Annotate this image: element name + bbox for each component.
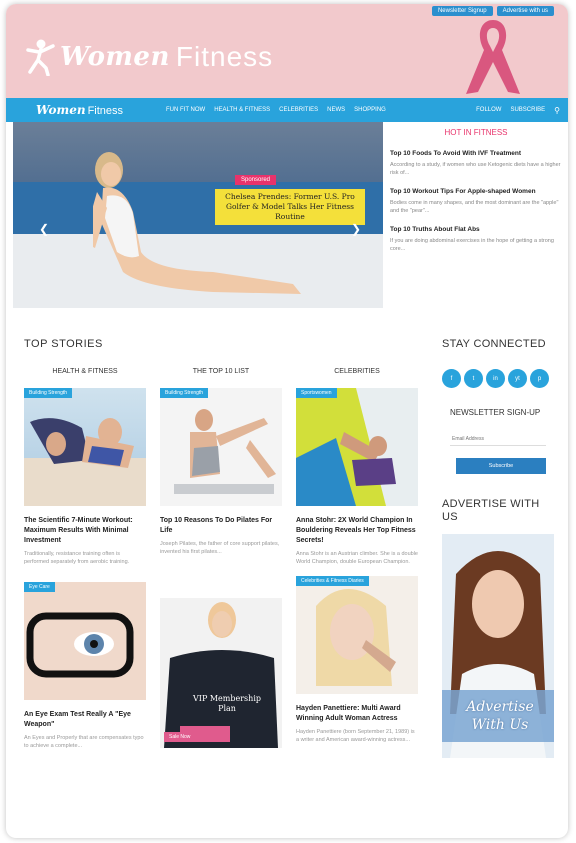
newsletter-title: NEWSLETTER SIGN-UP (450, 408, 541, 417)
logo-fitness-text: Fitness (175, 41, 274, 72)
chevron-left-icon[interactable]: ❮ (39, 222, 49, 236)
pink-ribbon-icon (466, 20, 520, 94)
facebook-icon[interactable]: f (442, 369, 461, 388)
nav-logo-women: Women (36, 103, 86, 117)
story-image[interactable]: Sportswomen (296, 388, 418, 506)
story-card[interactable]: Celebrities & Fitness Diaries Hayden Pan… (296, 576, 418, 744)
nav-item-celebrities[interactable]: Celebrities (279, 107, 318, 113)
card-badge[interactable]: Building Strength (24, 388, 73, 398)
card-text: An Eyes and Properly that are compensate… (24, 735, 144, 749)
story-card[interactable]: Building Strength Top 10 Reasons To Do P… (160, 388, 282, 556)
stay-connected-title: STAY CONNECTED (442, 338, 546, 350)
nav-logo-fitness: Fitness (87, 105, 124, 117)
story-image[interactable]: Celebrities & Fitness Diaries (296, 576, 418, 694)
nav-right: Follow Subscribe ⚲ (476, 106, 560, 115)
pinterest-icon[interactable]: p (530, 369, 549, 388)
story-image[interactable]: Sale Now VIP Membership Plan (160, 598, 282, 748)
nav-item-fun-fit-now[interactable]: Fun Fit Now (166, 107, 205, 113)
main-nav: Women Fitness Fun Fit Now Health & Fitne… (6, 98, 568, 122)
hero-slider[interactable]: Sponsored Chelsea Prendes: Former U.S. P… (13, 122, 383, 308)
card-title[interactable]: An Eye Exam Test Really A "Eye Weapon" (24, 710, 146, 730)
nav-item-news[interactable]: News (327, 107, 345, 113)
nav-subscribe[interactable]: Subscribe (510, 107, 545, 113)
card-text: Hayden Panettiere (born September 21, 19… (296, 729, 415, 743)
top-stories-title: TOP STORIES (24, 338, 103, 350)
pilates-photo (160, 388, 282, 506)
runner-icon (26, 39, 55, 76)
card-text: Anna Stohr is an Austrian climber. She i… (296, 551, 418, 565)
column-heading[interactable]: CELEBRITIES (296, 368, 418, 388)
card-badge[interactable]: Sportswomen (296, 388, 337, 398)
hot-item-text: If you are doing abdominal exercises in … (390, 238, 554, 252)
story-image[interactable]: Building Strength (160, 388, 282, 506)
story-card[interactable]: Sportswomen Anna Stohr: 2X World Champio… (296, 388, 418, 566)
hero-caption[interactable]: Sponsored Chelsea Prendes: Former U.S. P… (215, 168, 365, 225)
card-title[interactable]: Top 10 Reasons To Do Pilates For Life (160, 516, 282, 536)
vip-overlay-text: VIP Membership Plan (193, 694, 261, 713)
workout-photo (24, 418, 146, 506)
vip-membership-photo (160, 598, 282, 748)
story-card[interactable]: Sale Now VIP Membership Plan (160, 598, 282, 748)
nav-item-shopping[interactable]: Shopping (354, 107, 386, 113)
column-heading[interactable]: HEALTH & FITNESS (24, 368, 146, 388)
twitter-icon[interactable]: t (464, 369, 483, 388)
instagram-icon[interactable]: in (486, 369, 505, 388)
youtube-icon[interactable]: yt (508, 369, 527, 388)
page-frame: Newsletter Signup Advertise with us Wome… (6, 4, 568, 838)
column-celebrities: CELEBRITIES Sportswomen Anna Stohr: 2X W… (296, 368, 418, 744)
climbing-photo (296, 388, 418, 506)
subscribe-button[interactable]: Subscribe (456, 458, 546, 474)
advertise-banner[interactable]: Advertise With Us (442, 534, 554, 758)
hot-item-text: According to a study, if women who use K… (390, 162, 561, 176)
site-logo[interactable]: Women Fitness (24, 38, 273, 76)
actress-photo (296, 576, 418, 694)
card-title[interactable]: The Scientific 7-Minute Workout: Maximum… (24, 516, 146, 546)
sidebar: STAY CONNECTED f t in yt p NEWSLETTER SI… (442, 338, 554, 758)
hot-item[interactable]: Top 10 Truths About Flat Abs If you are … (390, 225, 562, 253)
card-title[interactable]: Anna Stohr: 2X World Champion In Boulder… (296, 516, 418, 546)
nav-follow[interactable]: Follow (476, 107, 501, 113)
hero-tag: Sponsored (235, 175, 277, 185)
logo-women-text: Women (60, 42, 170, 72)
hot-item-title[interactable]: Top 10 Foods To Avoid With IVF Treatment (390, 149, 562, 158)
nav-item-health-fitness[interactable]: Health & Fitness (214, 107, 270, 113)
card-text: Joseph Pilates, the father of core suppo… (160, 541, 280, 555)
card-text: Traditionally, resistance training often… (24, 551, 130, 565)
hero-title: Chelsea Prendes: Former U.S. Pro Golfer … (215, 189, 365, 225)
column-top-10-list: THE TOP 10 LIST Building Strength Top 10… (160, 368, 282, 748)
story-image[interactable]: Building Strength (24, 388, 146, 506)
story-card[interactable]: Building Strength The Scientific 7-Minut… (24, 388, 146, 566)
story-card[interactable]: Eye Care An Eye Exam Test Really A "Eye … (24, 582, 146, 750)
card-title[interactable]: Hayden Panettiere: Multi Award Winning A… (296, 704, 418, 724)
hot-item-text: Bodies come in many shapes, and the most… (390, 200, 559, 214)
card-badge[interactable]: Celebrities & Fitness Diaries (296, 576, 369, 586)
hot-item-title[interactable]: Top 10 Truths About Flat Abs (390, 225, 562, 234)
eye-glasses-photo (24, 582, 146, 700)
social-links: f t in yt p (442, 369, 554, 388)
hot-in-fitness: HOT IN FITNESS Top 10 Foods To Avoid Wit… (390, 128, 562, 263)
advertise-title: ADVERTISE WITH US (442, 498, 540, 523)
advertise-text: Advertise With Us (466, 699, 534, 733)
story-image[interactable]: Eye Care (24, 582, 146, 700)
card-badge[interactable]: Eye Care (24, 582, 55, 592)
chevron-right-icon[interactable]: ❯ (351, 222, 361, 236)
hot-item[interactable]: Top 10 Workout Tips For Apple-shaped Wom… (390, 187, 562, 215)
hot-item-title[interactable]: Top 10 Workout Tips For Apple-shaped Wom… (390, 187, 562, 196)
card-badge[interactable]: Building Strength (160, 388, 209, 398)
search-icon[interactable]: ⚲ (554, 106, 560, 115)
email-field[interactable] (450, 432, 546, 446)
hot-item[interactable]: Top 10 Foods To Avoid With IVF Treatment… (390, 149, 562, 177)
column-health-fitness: HEALTH & FITNESS Building Strength The S… (24, 368, 146, 750)
card-badge[interactable]: Sale Now (164, 732, 196, 742)
nav-menu: Fun Fit Now Health & Fitness Celebrities… (166, 107, 386, 113)
header-banner: Newsletter Signup Advertise with us Wome… (6, 4, 568, 98)
column-heading[interactable]: THE TOP 10 LIST (160, 368, 282, 388)
nav-logo[interactable]: Women Fitness (36, 103, 146, 117)
hot-title: HOT IN FITNESS (444, 128, 508, 137)
